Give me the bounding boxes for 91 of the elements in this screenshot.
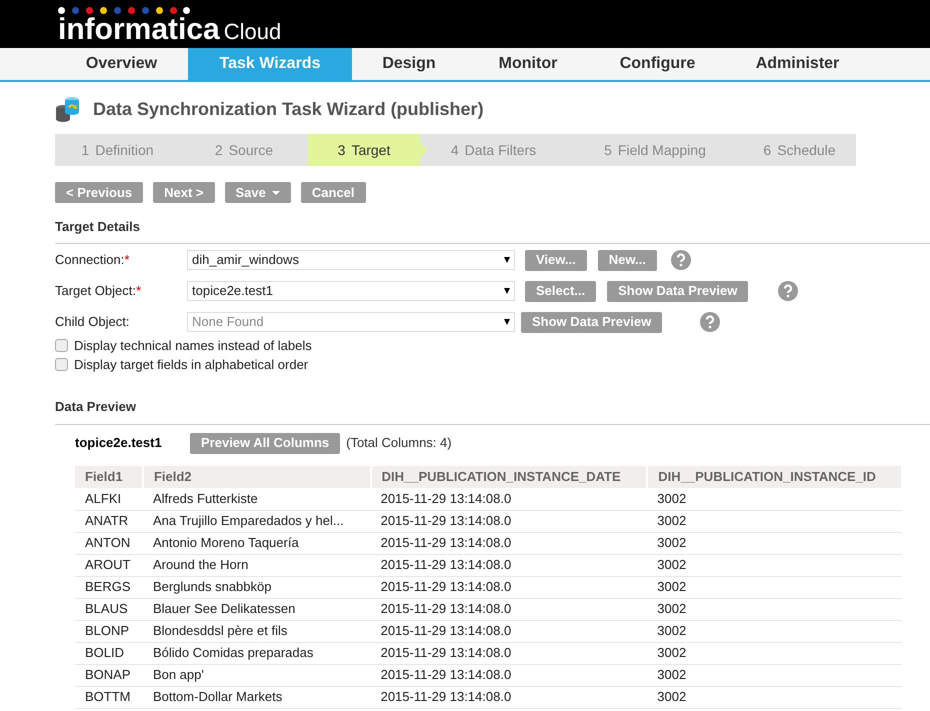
total-columns-text: (Total Columns: 4) bbox=[346, 434, 452, 452]
wizard-step[interactable]: 4 Data Filters bbox=[420, 134, 567, 166]
table-cell: Bólido Comidas preparadas bbox=[142, 642, 371, 664]
caret-icon bbox=[504, 288, 510, 294]
wizard-step[interactable]: 2 Source bbox=[180, 134, 308, 166]
checkbox[interactable] bbox=[55, 358, 68, 371]
brand-logo: informatica bbox=[58, 16, 220, 44]
action-button[interactable]: New... bbox=[598, 250, 657, 270]
table-cell: 3002 bbox=[647, 664, 902, 686]
table-cell: Bon app' bbox=[142, 664, 371, 686]
table-cell: Blondesddsl père et fils bbox=[142, 620, 371, 642]
table-cell: 3002 bbox=[647, 510, 902, 532]
required-mark: * bbox=[124, 251, 130, 270]
table-cell: Antonio Moreno Taquería bbox=[142, 532, 371, 554]
wizard-step[interactable]: 6 Schedule bbox=[743, 134, 856, 166]
dropdown-field[interactable]: topice2e.test1 bbox=[187, 281, 515, 301]
table-cell: Blauer See Delikatessen bbox=[142, 598, 371, 620]
toolbar-button[interactable]: Save bbox=[224, 182, 291, 203]
table-cell: Around the Horn bbox=[142, 554, 371, 576]
nav-tab[interactable]: Overview bbox=[55, 48, 188, 80]
help-icon[interactable] bbox=[778, 281, 798, 301]
table-cell: 2015-11-29 13:14:08.0 bbox=[370, 598, 648, 620]
table-cell: 2015-11-29 13:14:08.0 bbox=[370, 642, 648, 664]
table-cell: 3002 bbox=[647, 598, 902, 620]
table-cell: 3002 bbox=[647, 532, 902, 554]
action-button[interactable]: Select... bbox=[525, 280, 596, 302]
caret-icon bbox=[272, 190, 280, 194]
table-cell: 3002 bbox=[647, 488, 902, 510]
table-cell: 2015-11-29 13:14:08.0 bbox=[370, 664, 648, 686]
checkbox-label: Display technical names instead of labels bbox=[74, 336, 312, 355]
caret-icon bbox=[504, 319, 510, 325]
table-cell: BLONP bbox=[75, 620, 143, 642]
action-button[interactable]: Show Data Preview bbox=[607, 280, 748, 302]
wizard-step[interactable]: 3 Target bbox=[308, 134, 420, 166]
nav-tab[interactable]: Monitor bbox=[466, 48, 590, 80]
column-header: Field2 bbox=[142, 466, 371, 488]
wizard-step[interactable]: 1 Definition bbox=[55, 134, 180, 166]
toolbar-button[interactable]: Next > bbox=[153, 182, 215, 203]
nav-tab[interactable]: Configure bbox=[590, 48, 725, 80]
preview-all-columns-button[interactable]: Preview All Columns bbox=[190, 432, 340, 454]
table-cell: 2015-11-29 13:14:08.0 bbox=[370, 532, 648, 554]
checkbox[interactable] bbox=[55, 339, 68, 352]
table-cell: 2015-11-29 13:14:08.0 bbox=[370, 554, 648, 576]
section-heading: Data Preview bbox=[55, 399, 136, 414]
table-cell: ANATR bbox=[75, 510, 143, 532]
table-cell: BLAUS bbox=[75, 598, 143, 620]
table-cell: BOLID bbox=[75, 642, 143, 664]
page-title: Data Synchronization Task Wizard (publisher) bbox=[93, 98, 484, 121]
column-header: Field1 bbox=[75, 466, 143, 488]
table-cell: BOTTM bbox=[75, 686, 143, 708]
toolbar-button[interactable]: Cancel bbox=[300, 182, 366, 203]
table-cell: BONAP bbox=[75, 664, 143, 686]
table-cell: 3002 bbox=[647, 554, 902, 576]
toolbar-button[interactable]: < Previous bbox=[55, 182, 144, 203]
dropdown-field[interactable]: dih_amir_windows bbox=[187, 250, 515, 270]
field-label: Child Object: bbox=[55, 313, 130, 332]
database-sync-icon bbox=[55, 96, 81, 122]
object-name: topice2e.test1 bbox=[75, 434, 163, 452]
table-cell: ANTON bbox=[75, 532, 143, 554]
table-cell: 3002 bbox=[647, 642, 902, 664]
table-cell: Berglunds snabbköp bbox=[142, 576, 371, 598]
table-cell: 2015-11-29 13:14:08.0 bbox=[370, 510, 648, 532]
table-cell: AROUT bbox=[75, 554, 143, 576]
table-cell: ALFKI bbox=[75, 488, 143, 510]
nav-tab[interactable]: Administer bbox=[725, 48, 870, 80]
nav-tab[interactable]: Design bbox=[352, 48, 466, 80]
table-cell: 3002 bbox=[647, 620, 902, 642]
table-cell: 3002 bbox=[647, 686, 902, 708]
nav-tab[interactable]: Task Wizards bbox=[188, 48, 352, 80]
action-button[interactable]: View... bbox=[525, 250, 587, 270]
help-icon[interactable] bbox=[700, 312, 720, 332]
field-label: Connection: bbox=[55, 251, 124, 270]
table-cell: 2015-11-29 13:14:08.0 bbox=[370, 488, 648, 510]
table-cell: 3002 bbox=[647, 576, 902, 598]
field-label: Target Object: bbox=[55, 282, 136, 300]
table-cell: Bottom-Dollar Markets bbox=[142, 686, 371, 708]
column-header: DIH__PUBLICATION_INSTANCE_ID bbox=[647, 466, 902, 488]
required-mark: * bbox=[136, 282, 141, 300]
column-header: DIH__PUBLICATION_INSTANCE_DATE bbox=[370, 466, 648, 488]
caret-icon bbox=[504, 257, 510, 263]
table-cell: 2015-11-29 13:14:08.0 bbox=[370, 576, 648, 598]
table-cell: Ana Trujillo Emparedados y hel... bbox=[142, 510, 371, 532]
wizard-step[interactable]: 5 Field Mapping bbox=[567, 134, 743, 166]
section-heading: Target Details bbox=[55, 219, 140, 234]
product-name: Cloud bbox=[224, 18, 282, 46]
table-cell: 2015-11-29 13:14:08.0 bbox=[370, 686, 648, 708]
table-cell: Alfreds Futterkiste bbox=[142, 488, 371, 510]
checkbox-label: Display target fields in alphabetical order bbox=[74, 356, 308, 374]
help-icon[interactable] bbox=[670, 250, 691, 270]
table-cell: BERGS bbox=[75, 576, 143, 598]
table-cell: 2015-11-29 13:14:08.0 bbox=[370, 620, 648, 642]
